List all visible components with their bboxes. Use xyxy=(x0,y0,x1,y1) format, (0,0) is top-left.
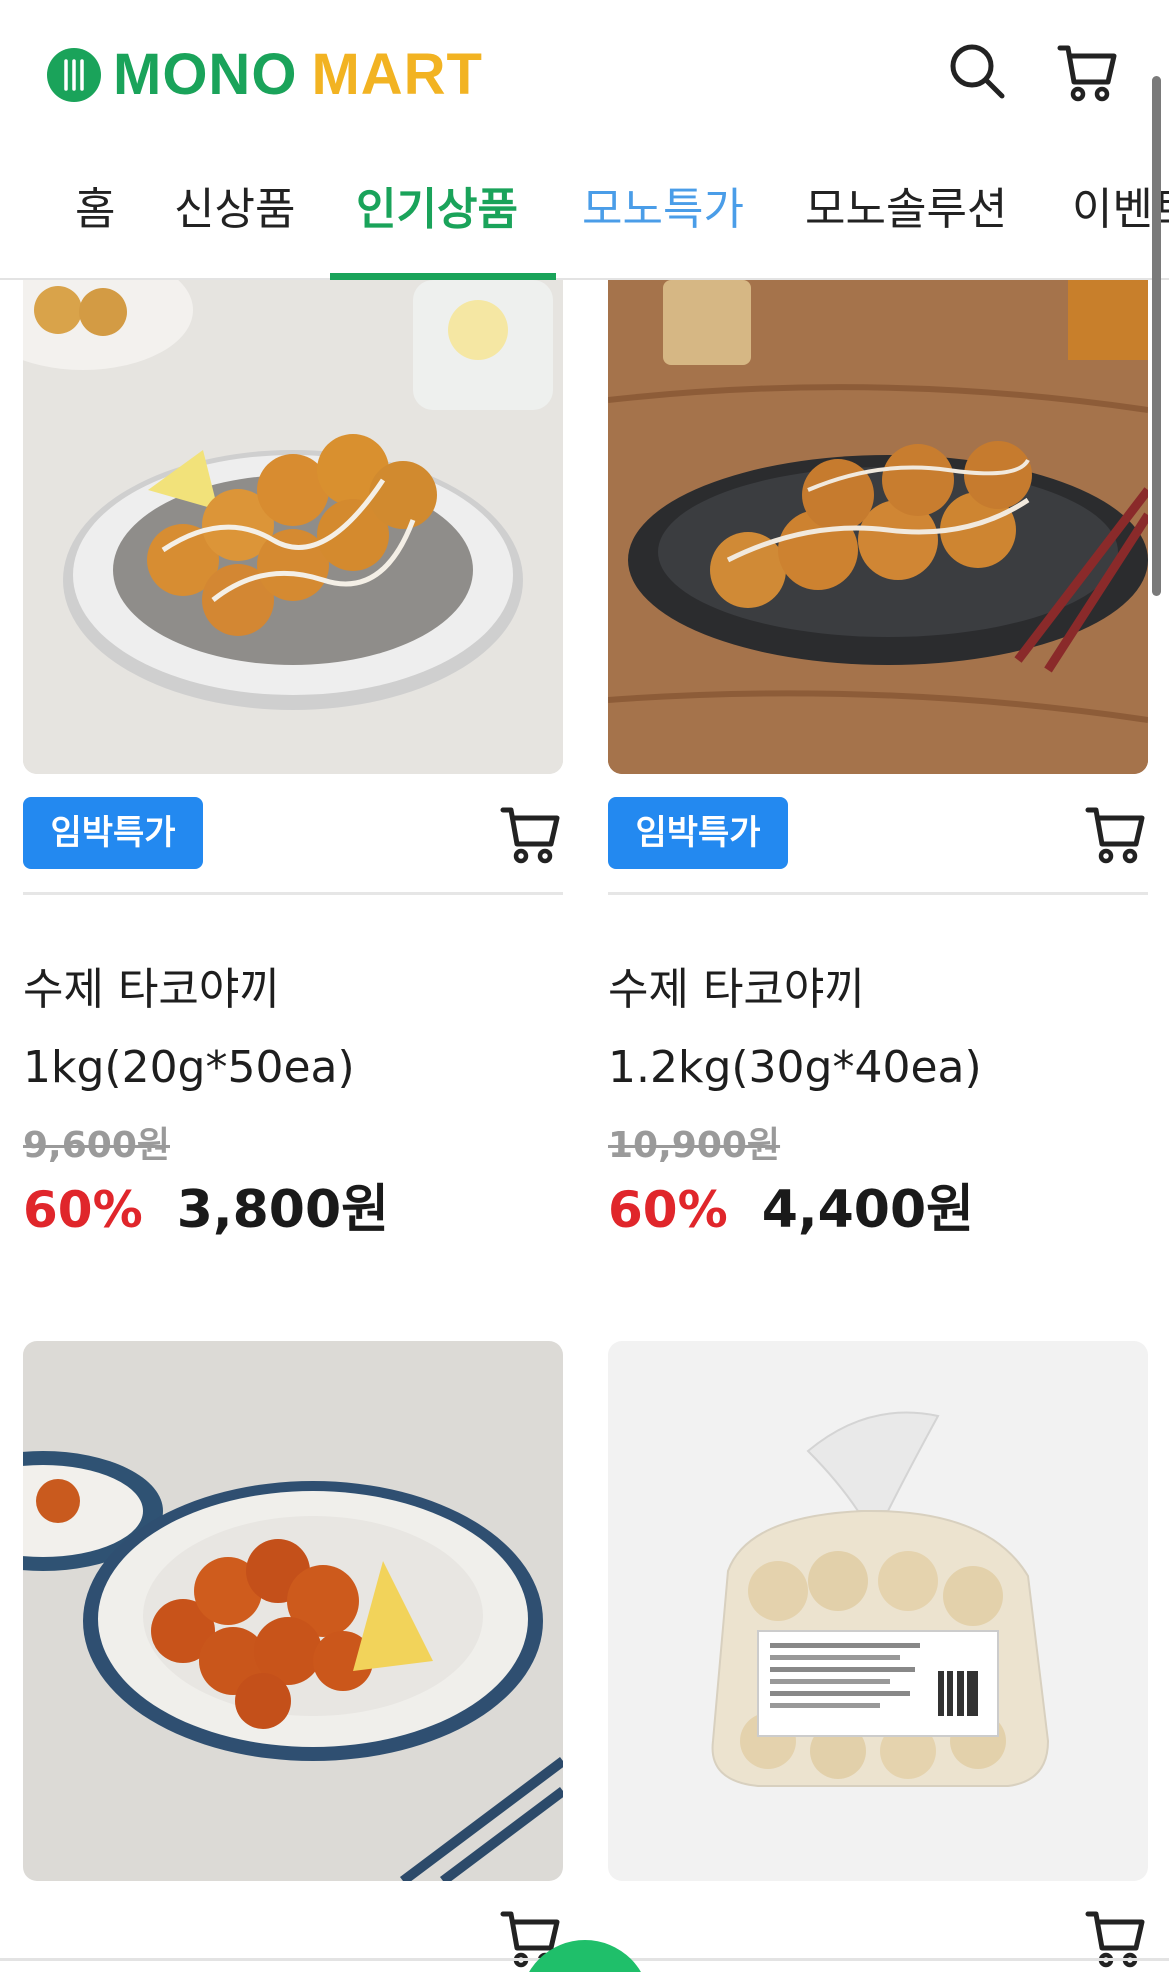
product-card[interactable] xyxy=(23,1341,563,1972)
product-image-takoyaki-plate[interactable] xyxy=(23,280,563,774)
card-divider xyxy=(608,892,1148,895)
search-icon[interactable] xyxy=(944,38,1010,104)
add-to-cart-icon[interactable] xyxy=(497,800,563,866)
product-spec: 1.2kg(30g*40ea) xyxy=(608,1042,982,1093)
logo-text-mono: MONO xyxy=(113,42,298,107)
discount-rate: 60% xyxy=(608,1181,728,1239)
product-image-fried-chicken[interactable] xyxy=(23,1341,563,1881)
product-card[interactable]: 임박특가 수제 타코야끼 1.2kg(30g*40ea) 10,900원 60%… xyxy=(608,280,1148,1280)
tab-mono-solution[interactable]: 모노솔루션 xyxy=(805,170,1007,280)
logo-utensils-icon xyxy=(47,48,101,102)
card-divider xyxy=(23,892,563,895)
logo-text-mart: MART xyxy=(311,42,483,107)
sale-price: 3,800원 xyxy=(176,1180,390,1240)
imminent-deal-badge: 임박특가 xyxy=(23,797,203,869)
price-row: 60% 4,400원 xyxy=(608,1178,974,1254)
product-image-takoyaki-dark-plate[interactable] xyxy=(608,280,1148,774)
price-row: 60% 3,800원 xyxy=(23,1178,389,1254)
cart-icon[interactable] xyxy=(1054,38,1120,104)
mono-mart-logo[interactable]: MONO MART xyxy=(47,46,483,104)
category-tabs: 홈 신상품 인기상품 모노특가 모노솔루션 이벤트 xyxy=(0,170,1169,280)
discount-rate: 60% xyxy=(23,1181,143,1239)
tab-popular-products[interactable]: 인기상품 xyxy=(356,170,518,280)
product-name[interactable]: 수제 타코야끼 xyxy=(608,960,865,1020)
active-tab-indicator xyxy=(330,273,556,280)
product-spec: 1kg(20g*50ea) xyxy=(23,1042,355,1093)
product-card[interactable] xyxy=(608,1341,1148,1972)
tab-mono-special[interactable]: 모노특가 xyxy=(582,170,744,280)
scrollbar[interactable] xyxy=(1152,76,1161,596)
tab-home[interactable]: 홈 xyxy=(75,170,115,280)
product-name[interactable]: 수제 타코야끼 xyxy=(23,960,280,1020)
product-image-frozen-bag[interactable] xyxy=(608,1341,1148,1881)
add-to-cart-icon[interactable] xyxy=(1082,800,1148,866)
product-card[interactable]: 임박특가 수제 타코야끼 1kg(20g*50ea) 9,600원 60% 3,8… xyxy=(23,280,563,1280)
app-header: MONO MART 홈 신상품 인기상품 모노특가 모노솔루션 이벤트 xyxy=(0,0,1169,280)
tab-new-products[interactable]: 신상품 xyxy=(174,170,295,280)
imminent-deal-badge: 임박특가 xyxy=(608,797,788,869)
sale-price: 4,400원 xyxy=(761,1180,975,1240)
original-price: 9,600원 xyxy=(23,1125,170,1166)
original-price: 10,900원 xyxy=(608,1125,781,1166)
